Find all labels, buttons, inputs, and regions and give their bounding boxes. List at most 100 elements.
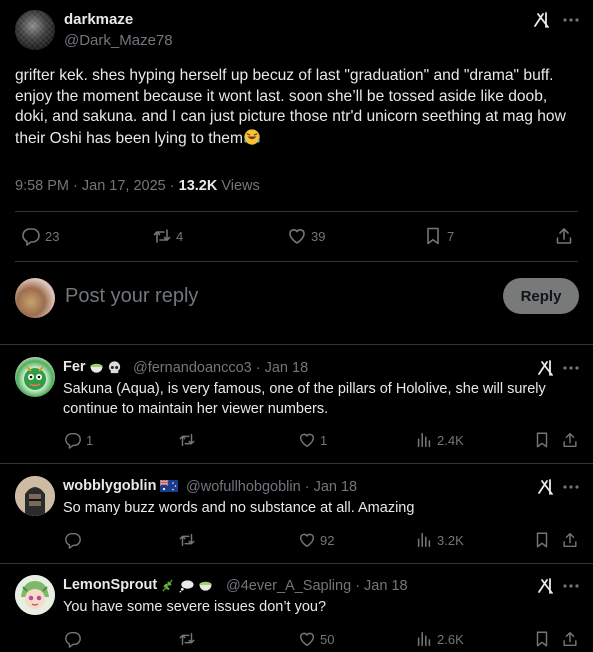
reply-button[interactable]: 1 [64,431,93,449]
like-count: 92 [320,532,335,548]
post-text: grifter kek. shes hyping herself up becu… [15,66,583,149]
display-name: Fer [63,359,86,375]
bookmark-button[interactable] [533,431,555,449]
views-icon [415,531,433,549]
divider [0,563,593,564]
repost-icon [178,431,196,449]
thought-bubble-icon [179,579,194,592]
bookmark-icon [533,531,551,549]
reply-author[interactable]: LemonSprout [63,577,213,593]
reply-button[interactable] [64,531,86,549]
like-icon [298,431,316,449]
divider [15,261,578,262]
share-icon [561,431,579,449]
share-button[interactable] [554,226,578,246]
like-button[interactable]: 39 [287,226,325,246]
views-count: 2.6K [437,631,464,647]
views-icon [415,630,433,648]
bookmark-button[interactable] [533,630,555,648]
display-name[interactable]: darkmaze [64,11,133,28]
main-post: darkmaze @Dark_Maze78 grifter kek. shes … [0,0,593,264]
divider [15,211,578,212]
timestamp[interactable]: 9:58 PM · Jan 17, 2025 · [15,178,179,194]
views-button[interactable]: 3.2K [415,531,464,549]
bowl-emoji-icon [199,581,212,591]
avatar[interactable] [15,357,55,397]
grok-icon[interactable] [536,576,556,596]
reply-icon [64,531,82,549]
grok-icon[interactable] [532,10,552,30]
like-icon [287,226,307,246]
reply-text: You have some severe issues don’t you? [63,599,327,615]
share-button[interactable] [561,431,583,449]
reply-text: So many buzz words and no substance at a… [63,500,415,516]
display-name: wobblygoblin [63,478,157,494]
repost-icon [152,226,172,246]
reply-author[interactable]: wobblygoblin [63,478,179,494]
views-count: 3.2K [437,532,464,548]
post-text-body: grifter kek. shes hyping herself up becu… [15,67,566,147]
views-button[interactable]: 2.4K [415,431,464,449]
reply-handle[interactable]: @wofullhobgoblin · Jan 18 [186,479,357,495]
views-icon [415,431,433,449]
repost-button[interactable] [178,630,200,648]
divider [0,463,593,464]
avatar[interactable] [15,278,55,318]
avatar[interactable] [15,575,55,615]
repost-icon [178,630,196,648]
share-icon [561,630,579,648]
bookmark-button[interactable] [533,531,555,549]
grok-icon[interactable] [536,477,556,497]
bookmark-button[interactable]: 7 [423,226,454,246]
reply-icon [64,630,82,648]
avatar-art-icon [15,575,55,615]
more-icon[interactable] [561,10,581,30]
avatar[interactable] [15,10,55,50]
like-icon [298,531,316,549]
like-button[interactable]: 50 [298,630,334,648]
post-meta: 9:58 PM · Jan 17, 2025 · 13.2K Views [15,178,260,194]
grok-icon[interactable] [536,358,556,378]
reply-submit-button[interactable]: Reply [503,278,579,314]
share-button[interactable] [561,630,583,648]
avatar[interactable] [15,476,55,516]
bowl-emoji-icon [89,363,103,373]
more-icon[interactable] [561,576,581,596]
handle[interactable]: @Dark_Maze78 [64,32,173,49]
repost-button[interactable] [178,431,200,449]
repost-count: 4 [176,228,184,244]
divider [0,344,593,345]
bookmark-icon [533,431,551,449]
reply-input[interactable]: Post your reply [65,285,198,308]
bookmark-count: 7 [447,228,455,244]
like-count: 1 [320,432,328,448]
avatar-art-icon [24,366,46,390]
reply-handle[interactable]: @fernandoancco3 · Jan 18 [133,360,308,376]
like-count: 39 [311,228,326,244]
repost-button[interactable]: 4 [152,226,183,246]
reply-icon [64,431,82,449]
reply-button[interactable] [64,630,86,648]
reply-handle[interactable]: @4ever_A_Sapling · Jan 18 [226,578,408,594]
reply-author[interactable]: Fer [63,359,122,375]
reply-text: Sakuna (Aqua), is very famous, one of th… [63,381,546,417]
like-count: 50 [320,631,335,647]
more-icon[interactable] [561,358,581,378]
like-button[interactable]: 1 [298,431,327,449]
skull-emoji-icon [108,360,120,373]
share-button[interactable] [561,531,583,549]
bookmark-icon [533,630,551,648]
repost-button[interactable] [178,531,200,549]
more-icon[interactable] [561,477,581,497]
reply-count: 1 [86,432,94,448]
like-button[interactable]: 92 [298,531,334,549]
views-label: Views [217,178,260,194]
share-icon [561,531,579,549]
repost-icon [178,531,196,549]
views-button[interactable]: 2.6K [415,630,464,648]
reply-button[interactable]: 23 [21,226,59,246]
display-name: LemonSprout [63,577,158,593]
like-icon [298,630,316,648]
herb-emoji-icon [162,578,174,592]
views-count: 13.2K [178,178,218,194]
